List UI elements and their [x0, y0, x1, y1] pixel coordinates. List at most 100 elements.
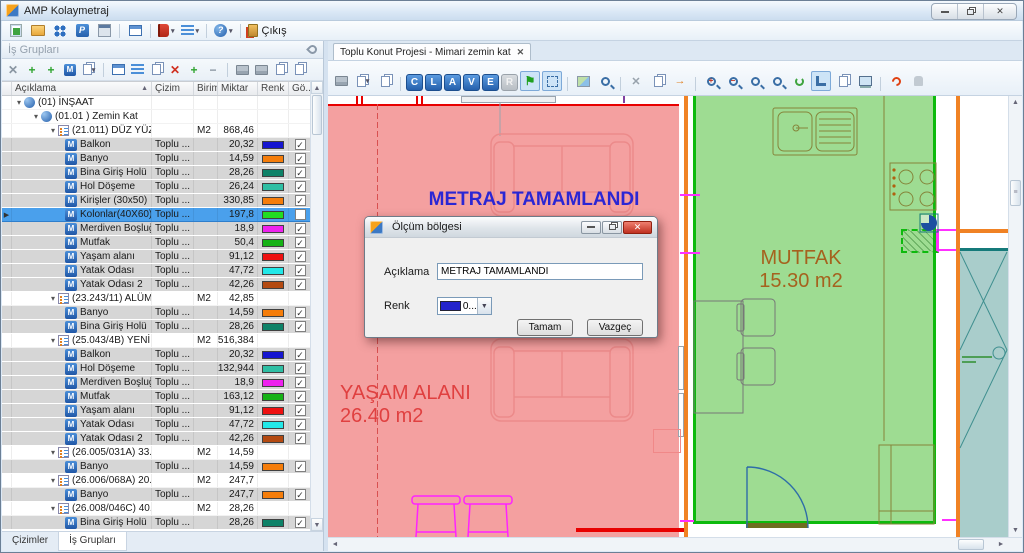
scroll-right-icon[interactable]: ►	[994, 538, 1008, 551]
column-miktar[interactable]: Miktar	[218, 82, 258, 95]
tab-is-gruplari[interactable]: İş Grupları	[58, 532, 127, 551]
table-row[interactable]: MHol DöşemeToplu ...132,944✓	[2, 362, 310, 376]
tool-letter-r[interactable]: R	[501, 74, 518, 91]
visibility-checkbox[interactable]: ✓	[295, 433, 306, 444]
scroll-thumb[interactable]	[312, 95, 322, 135]
add-group-button[interactable]: +	[24, 62, 40, 78]
table-row[interactable]: MBina Giriş HolüToplu ...28,26✓	[2, 166, 310, 180]
visibility-checkbox[interactable]: ✓	[295, 167, 306, 178]
tool-letter-l[interactable]: L	[425, 74, 442, 91]
expander-icon[interactable]: ▾	[48, 476, 58, 485]
visibility-checkbox[interactable]: ✓	[295, 377, 306, 388]
expander-icon[interactable]: ▾	[48, 126, 58, 135]
visibility-checkbox[interactable]	[295, 209, 306, 220]
table-row[interactable]: MHol DöşemeToplu ...26,24✓	[2, 180, 310, 194]
print-drawing-button[interactable]	[331, 71, 351, 91]
fullscreen-button[interactable]	[855, 71, 875, 91]
expander-icon[interactable]: ▾	[31, 112, 41, 121]
pin-icon[interactable]	[306, 43, 319, 56]
visibility-checkbox[interactable]: ✓	[295, 419, 306, 430]
table-row[interactable]: ▾(01.01 ) Zemin Kat	[2, 110, 310, 124]
help-button[interactable]: ?▾	[212, 22, 235, 40]
tool-letter-v[interactable]: V	[463, 74, 480, 91]
expander-icon[interactable]: ▾	[48, 294, 58, 303]
clear-button[interactable]: ✕	[5, 62, 21, 78]
visibility-checkbox[interactable]: ✓	[295, 237, 306, 248]
delete-region-button[interactable]: ✕	[626, 71, 646, 91]
restore-button[interactable]	[958, 4, 984, 19]
zoom-out-button[interactable]	[723, 71, 743, 91]
add-subgroup-button[interactable]: +	[43, 62, 59, 78]
table-row[interactable]: MMutfakToplu ...163,12✓	[2, 390, 310, 404]
visibility-checkbox[interactable]: ✓	[295, 139, 306, 150]
table-row[interactable]: MKirişler (30x50)Toplu ...330,85✓	[2, 194, 310, 208]
dialog-minimize-button[interactable]	[581, 221, 601, 234]
document-tab[interactable]: Toplu Konut Projesi - Mimari zemin kat ✕	[333, 43, 531, 60]
title-bar[interactable]: AMP Kolaymetraj ✕	[1, 1, 1023, 21]
canvas-vscrollbar[interactable]: ▲ ≡ ▼	[1008, 96, 1022, 537]
table-row[interactable]: MBalkonToplu ...20,32✓	[2, 138, 310, 152]
marquee-tool-button[interactable]	[542, 71, 562, 91]
table-row[interactable]: MMerdiven BoşluğuToplu ...18,9✓	[2, 222, 310, 236]
print-button[interactable]	[234, 62, 250, 78]
tool-letter-e[interactable]: E	[482, 74, 499, 91]
visibility-checkbox[interactable]: ✓	[295, 265, 306, 276]
tree-scrollbar[interactable]: ▲ ▼	[310, 81, 323, 531]
scroll-thumb[interactable]	[958, 539, 984, 550]
table-row[interactable]: MBalkonToplu ...20,32✓	[2, 348, 310, 362]
table-row[interactable]: MBina Giriş HolüToplu ...28,26✓	[2, 320, 310, 334]
zoom-in-button[interactable]	[701, 71, 721, 91]
tool-letter-c[interactable]: C	[406, 74, 423, 91]
send-button[interactable]: →	[670, 71, 690, 91]
dialog-titlebar[interactable]: Ölçüm bölgesi ✕	[365, 217, 657, 238]
canvas-hscrollbar[interactable]: ◄ ►	[328, 537, 1022, 551]
delete-button[interactable]: ✕	[167, 62, 183, 78]
flag-tool-button[interactable]: ⚑	[520, 71, 540, 91]
expander-icon[interactable]: ▾	[14, 98, 24, 107]
ruler-button[interactable]	[811, 71, 831, 91]
poz-button[interactable]: P	[72, 22, 92, 40]
table-row[interactable]: MYatak OdasıToplu ...47,72✓	[2, 264, 310, 278]
dialog-close-button[interactable]: ✕	[623, 221, 652, 234]
table-row[interactable]: MYatak OdasıToplu ...47,72✓	[2, 418, 310, 432]
table-row[interactable]: MBanyoToplu ...14,59✓	[2, 306, 310, 320]
measure-button[interactable]: M	[62, 62, 78, 78]
pan-button[interactable]	[908, 71, 928, 91]
visibility-checkbox[interactable]: ✓	[295, 363, 306, 374]
duplicate-button[interactable]	[148, 62, 164, 78]
table-row[interactable]: ▾(21.011) DÜZ YÜZ...M2868,46	[2, 124, 310, 138]
close-tab-icon[interactable]: ✕	[517, 47, 525, 58]
scroll-down-icon[interactable]: ▼	[311, 518, 323, 531]
new-sheet-button[interactable]	[6, 22, 26, 40]
visibility-checkbox[interactable]: ✓	[295, 195, 306, 206]
tab-cizimler[interactable]: Çizimler	[2, 532, 58, 551]
zoom-extents-button[interactable]	[745, 71, 765, 91]
visibility-checkbox[interactable]: ✓	[295, 307, 306, 318]
scroll-thumb[interactable]: ≡	[1010, 180, 1021, 206]
copy-drawing-button[interactable]: ▾	[353, 71, 373, 91]
table-row[interactable]: MYatak Odası 2Toplu ...42,26✓	[2, 278, 310, 292]
stack-button[interactable]	[375, 71, 395, 91]
expander-icon[interactable]: ▾	[48, 336, 58, 345]
aciklama-input[interactable]	[437, 263, 643, 280]
new-page-button[interactable]	[833, 71, 853, 91]
visibility-checkbox[interactable]: ✓	[295, 489, 306, 500]
dialog-restore-button[interactable]	[602, 221, 622, 234]
visibility-checkbox[interactable]: ✓	[295, 223, 306, 234]
minimize-button[interactable]	[932, 4, 958, 19]
visibility-checkbox[interactable]: ✓	[295, 251, 306, 262]
table-row[interactable]: MYatak Odası 2Toplu ...42,26✓	[2, 432, 310, 446]
visibility-checkbox[interactable]: ✓	[295, 405, 306, 416]
add-row-button[interactable]: +	[186, 62, 202, 78]
renk-dropdown[interactable]: 0... ▼	[437, 297, 492, 315]
vazgec-button[interactable]: Vazgeç	[587, 319, 643, 336]
column-cizim[interactable]: Çizim	[152, 82, 194, 95]
table-row[interactable]: ▾(26.008/046C) 40...M228,26	[2, 502, 310, 516]
column-birim[interactable]: Birim	[194, 82, 218, 95]
detail-list-button[interactable]	[129, 62, 145, 78]
remove-row-button[interactable]: −	[205, 62, 221, 78]
tool-letter-a[interactable]: A	[444, 74, 461, 91]
image-button[interactable]	[573, 71, 593, 91]
table-row[interactable]: MYaşam alanıToplu ...91,12✓	[2, 404, 310, 418]
table-row[interactable]: ▾(01) İNŞAAT	[2, 96, 310, 110]
